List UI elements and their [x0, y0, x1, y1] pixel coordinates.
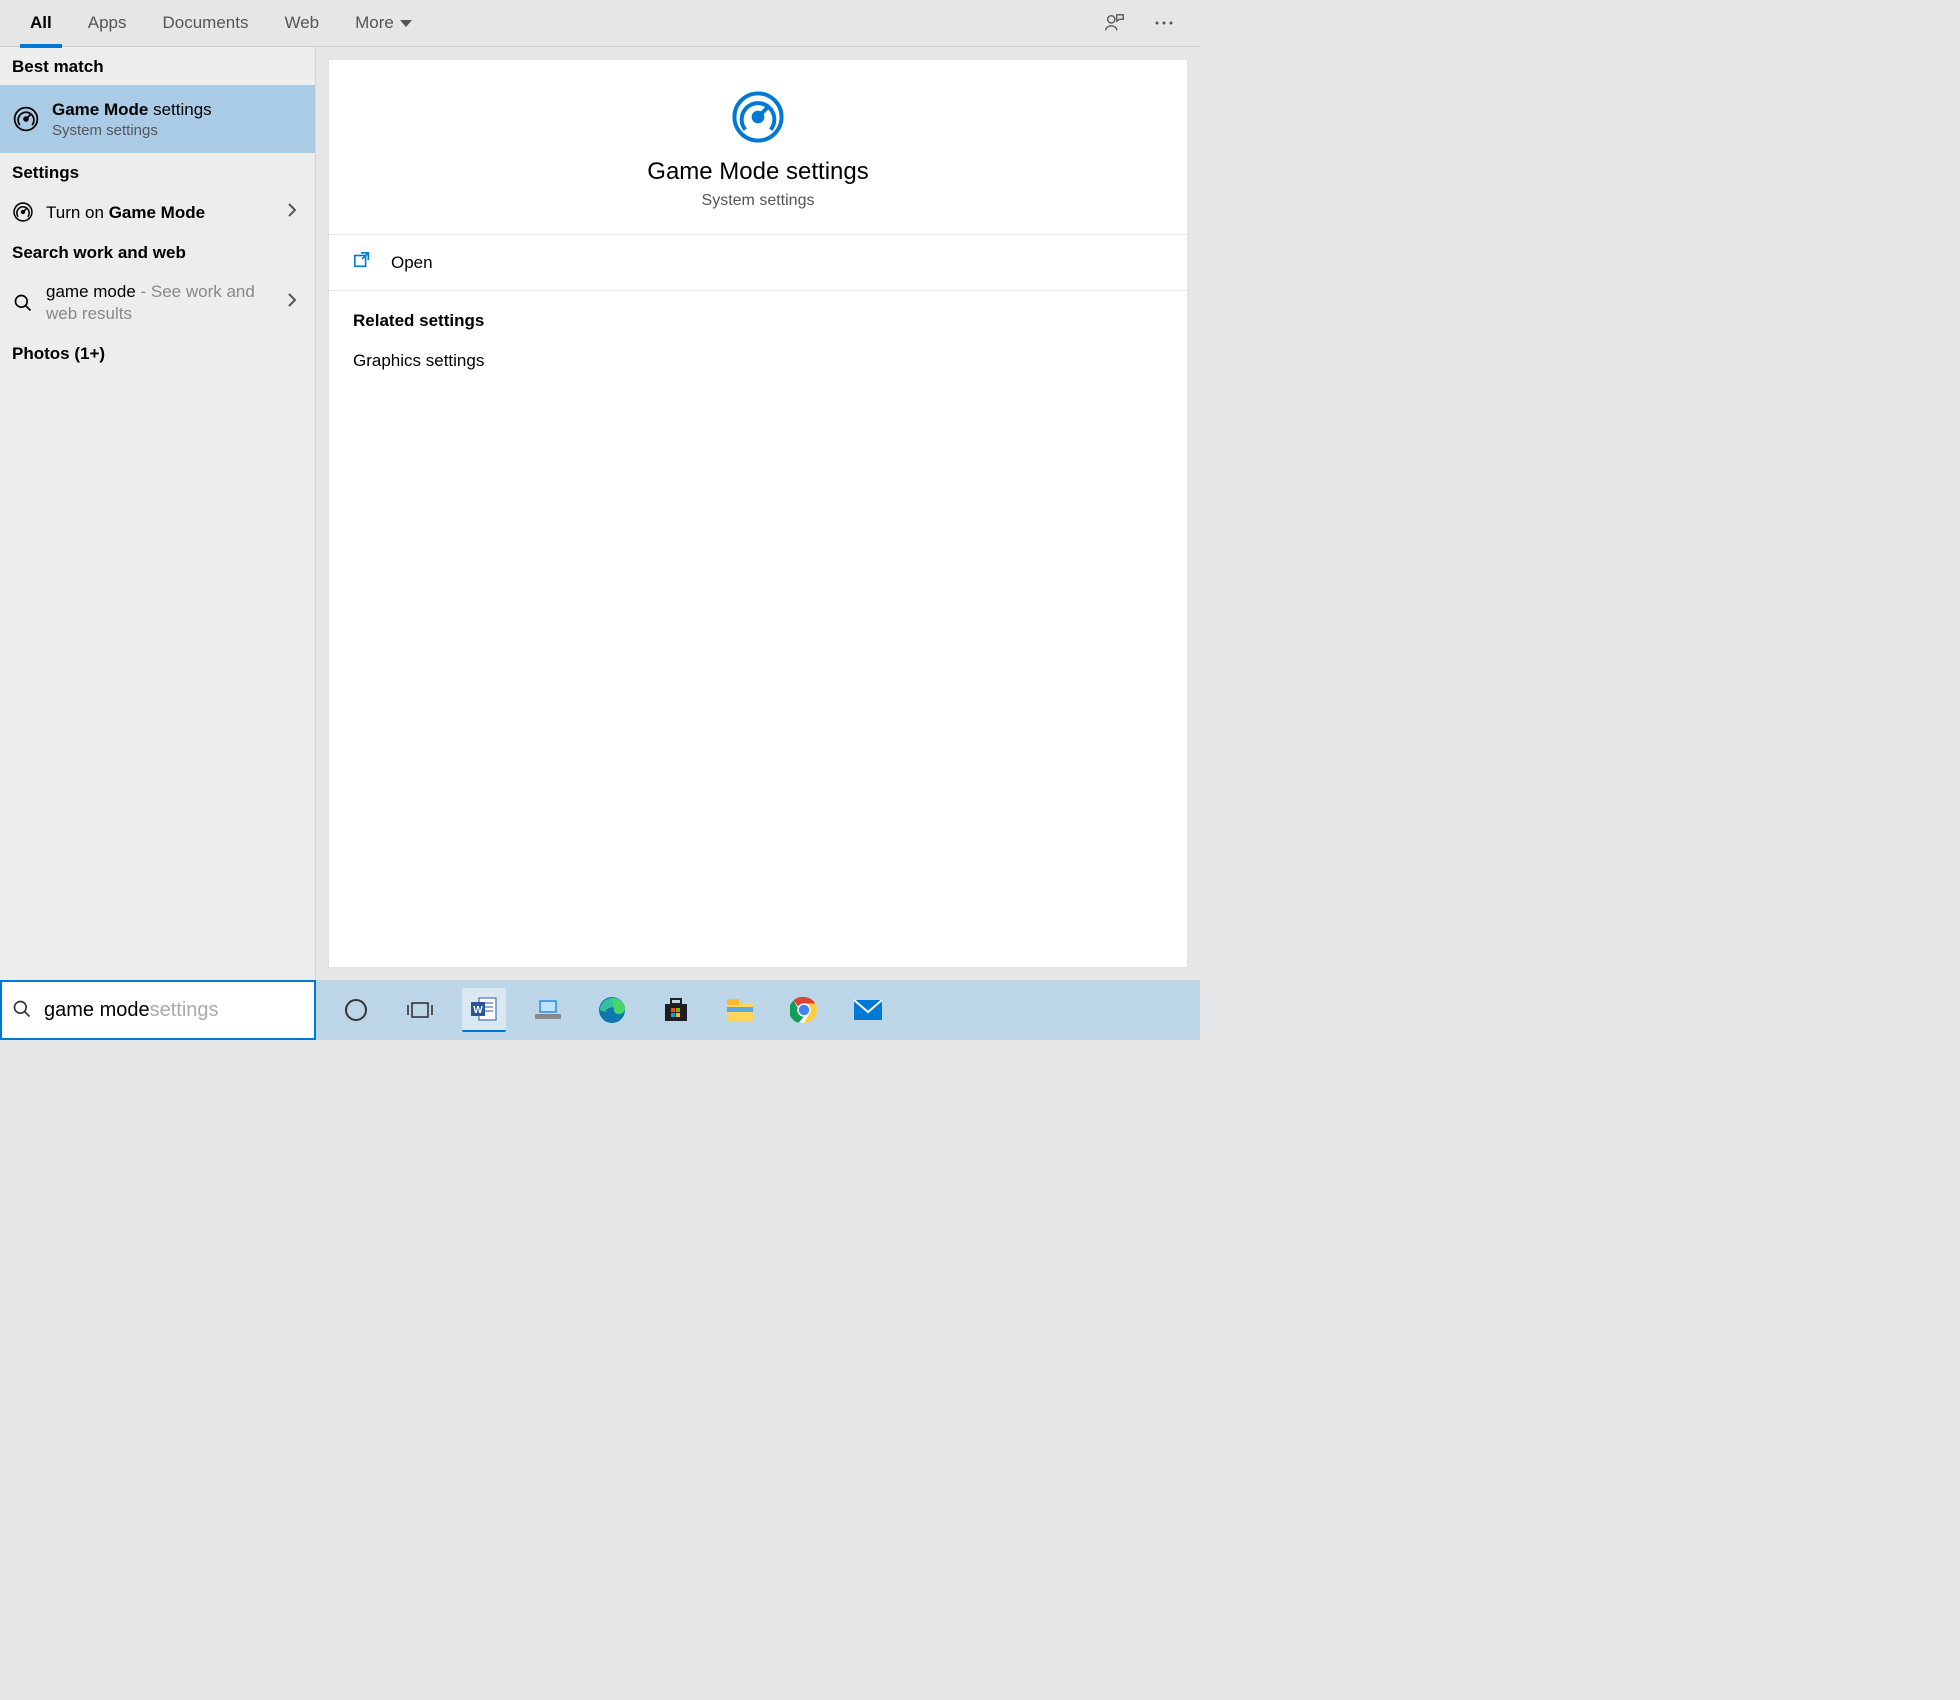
group-photos[interactable]: Photos (1+)	[0, 334, 315, 372]
preview-pane: Game Mode settings System settings Open …	[316, 47, 1200, 980]
preview-card: Game Mode settings System settings Open …	[328, 59, 1188, 968]
taskbar-file-explorer-icon[interactable]	[718, 988, 762, 1032]
taskbar-cortana-icon[interactable]	[334, 988, 378, 1032]
tab-documents[interactable]: Documents	[144, 0, 266, 47]
taskbar-mail-icon[interactable]	[846, 988, 890, 1032]
chevron-right-icon[interactable]	[281, 202, 303, 223]
result-title: game mode - See work and web results	[46, 281, 281, 324]
result-turn-on-game-mode[interactable]: Turn on Game Mode	[0, 191, 315, 233]
open-icon	[353, 251, 373, 274]
tab-web[interactable]: Web	[266, 0, 337, 47]
feedback-icon[interactable]	[1098, 7, 1130, 39]
tab-apps[interactable]: Apps	[70, 0, 145, 47]
search-typed-text: game mode	[44, 999, 150, 1022]
preview-title: Game Mode settings	[349, 158, 1167, 186]
tab-more[interactable]: More	[337, 0, 430, 47]
search-input[interactable]: game mode settings	[0, 980, 316, 1040]
related-settings-header: Related settings	[353, 311, 1163, 331]
search-icon	[12, 999, 34, 1021]
search-filter-tabs: All Apps Documents Web More	[0, 0, 1200, 47]
taskbar-chrome-icon[interactable]	[782, 988, 826, 1032]
taskbar-task-view-icon[interactable]	[398, 988, 442, 1032]
results-pane: Best match Game Mode settings System set…	[0, 47, 316, 980]
result-title: Turn on Game Mode	[46, 202, 281, 223]
result-game-mode-settings[interactable]: Game Mode settings System settings	[0, 85, 315, 153]
svg-text:W: W	[473, 1005, 483, 1016]
search-icon	[12, 292, 34, 314]
tab-all[interactable]: All	[12, 0, 70, 47]
taskbar-store-icon[interactable]	[654, 988, 698, 1032]
chevron-right-icon[interactable]	[281, 292, 303, 313]
gauge-icon	[12, 201, 34, 223]
gauge-icon	[12, 105, 40, 133]
search-suggestion-text: settings	[150, 999, 219, 1022]
result-title: Game Mode settings	[52, 99, 303, 120]
taskbar-laptop-icon[interactable]	[526, 988, 570, 1032]
tab-more-label: More	[355, 13, 394, 33]
taskbar: W	[316, 980, 1200, 1040]
preview-subtitle: System settings	[349, 192, 1167, 210]
more-options-icon[interactable]	[1148, 7, 1180, 39]
taskbar-word-icon[interactable]: W	[462, 988, 506, 1032]
preview-hero: Game Mode settings System settings	[329, 60, 1187, 235]
taskbar-edge-icon[interactable]	[590, 988, 634, 1032]
preview-open-action[interactable]: Open	[329, 235, 1187, 291]
result-web-game-mode[interactable]: game mode - See work and web results	[0, 271, 315, 334]
gauge-icon	[729, 88, 787, 146]
related-link-graphics-settings[interactable]: Graphics settings	[353, 345, 1163, 377]
caret-down-icon	[400, 13, 412, 33]
open-label: Open	[391, 253, 433, 273]
bottom-bar: game mode settings W	[0, 980, 1200, 1040]
group-settings: Settings	[0, 153, 315, 191]
result-subtitle: System settings	[52, 122, 303, 139]
group-search-work-web: Search work and web	[0, 233, 315, 271]
related-settings-block: Related settings Graphics settings	[329, 291, 1187, 397]
group-best-match: Best match	[0, 47, 315, 85]
search-main-area: Best match Game Mode settings System set…	[0, 47, 1200, 980]
